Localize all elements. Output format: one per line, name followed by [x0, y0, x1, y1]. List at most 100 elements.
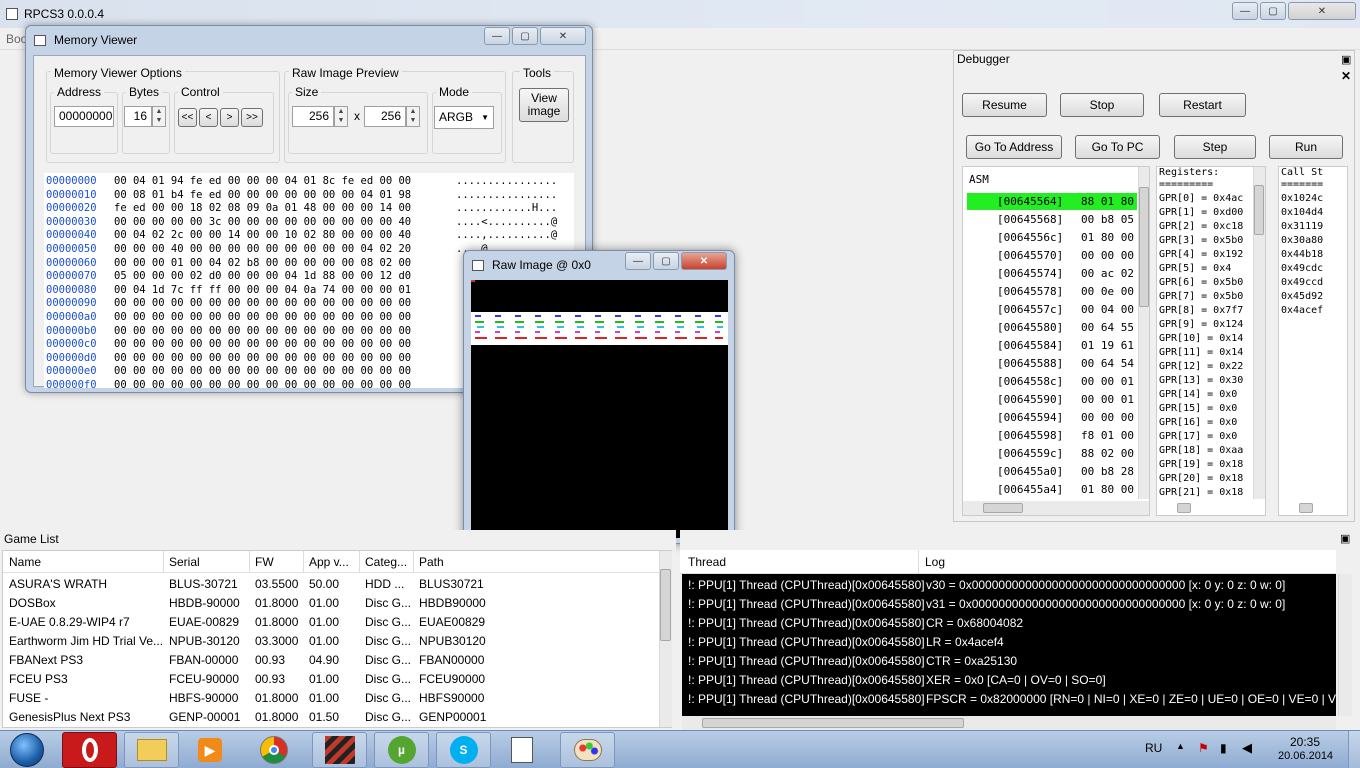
raw-close-button[interactable]: ✕ [681, 252, 727, 270]
log-vscroll[interactable] [1338, 574, 1352, 716]
asm-row[interactable]: [00645574] 00 ac 02 [967, 265, 1137, 282]
clock-date[interactable]: 20.06.2014 [1278, 750, 1333, 762]
log-message-column[interactable]: Log [925, 555, 945, 569]
game-row[interactable]: FBANext PS3 FBAN-00000 00.93 04.90 Disc G...… [3, 651, 657, 670]
volume-icon[interactable]: ◀ [1242, 740, 1252, 756]
mem-maximize-button[interactable]: ▢ [512, 27, 538, 45]
asm-row[interactable]: [00645590] 00 00 01 [967, 391, 1137, 408]
game-column-header[interactable]: Name [9, 555, 41, 569]
asm-row[interactable]: [00645564] 88 01 80 [967, 193, 1137, 210]
chrome-icon[interactable] [250, 732, 298, 768]
asm-row[interactable]: [00645578] 00 0e 00 [967, 283, 1137, 300]
mem-close-button[interactable]: ✕ [540, 27, 586, 45]
bytes-spin-arrows[interactable]: ▲ ▼ [152, 106, 166, 127]
flag-icon[interactable]: ⚑ [1198, 741, 1209, 755]
registers-hscroll-thumb[interactable] [1177, 503, 1191, 513]
minimize-button[interactable]: — [1232, 2, 1258, 20]
close-panel-icon[interactable]: ✕ [1341, 69, 1351, 83]
game-row[interactable]: DOSBox HBDB-90000 01.8000 01.00 Disc G... HBD… [3, 594, 657, 613]
show-desktop-button[interactable] [1348, 731, 1360, 768]
last-button[interactable]: >> [241, 108, 263, 127]
app-window-icon[interactable] [498, 732, 546, 768]
registers-vscroll-thumb[interactable] [1254, 185, 1264, 235]
explorer-icon[interactable] [124, 732, 179, 768]
asm-row[interactable]: [0064558c] 00 00 01 [967, 373, 1137, 390]
game-row[interactable]: FCEU PS3 FCEU-90000 00.93 01.00 Disc G... FCE… [3, 670, 657, 689]
width-spin-arrows[interactable]: ▲ ▼ [334, 106, 348, 127]
asm-row[interactable]: [0064557c] 00 04 00 [967, 301, 1137, 318]
skype-icon[interactable]: S [436, 732, 491, 768]
asm-row[interactable]: [0064559c] 88 02 00 [967, 445, 1137, 462]
mode-select[interactable]: ARGB ▼ [434, 106, 494, 129]
paint-icon[interactable] [560, 732, 615, 768]
log-float-icon[interactable]: ▣ [1340, 532, 1350, 545]
asm-vscroll-thumb[interactable] [1139, 187, 1149, 307]
run-button[interactable]: Run [1269, 135, 1343, 159]
media-player-icon[interactable]: ▶ [186, 732, 234, 768]
tray-expand-icon[interactable]: ▲ [1176, 741, 1185, 751]
prev-button[interactable]: < [199, 108, 218, 127]
go-to-address-button[interactable]: Go To Address [966, 135, 1062, 159]
asm-row[interactable]: [00645580] 00 64 55 [967, 319, 1137, 336]
log-row[interactable]: !: PPU[1] Thread (CPUThread)[0x00645580]… [682, 595, 1336, 614]
log-row[interactable]: !: PPU[1] Thread (CPUThread)[0x00645580]… [682, 652, 1336, 671]
raw-minimize-button[interactable]: — [625, 252, 651, 270]
restart-button[interactable]: Restart [1159, 93, 1246, 117]
view-image-button[interactable]: View image [519, 88, 569, 122]
game-column-header[interactable]: Path [419, 555, 444, 569]
step-button[interactable]: Step [1174, 135, 1256, 159]
clock-time[interactable]: 20:35 [1290, 735, 1320, 749]
asm-list[interactable]: ASM [00645564] 88 01 80 [00645568] 00 b8 05… [962, 166, 1150, 516]
maximize-button[interactable]: ▢ [1260, 2, 1286, 20]
game-column-header[interactable]: Categ... [365, 555, 407, 569]
asm-row[interactable]: [00645588] 00 64 54 [967, 355, 1137, 372]
raw-maximize-button[interactable]: ▢ [653, 252, 679, 270]
asm-row[interactable]: [00645584] 01 19 61 [967, 337, 1137, 354]
log-row[interactable]: !: PPU[1] Thread (CPUThread)[0x00645580]… [682, 671, 1336, 690]
asm-row[interactable]: [006455a4] 01 80 00 [967, 481, 1137, 498]
asm-row[interactable]: [00645594] 00 00 00 [967, 409, 1137, 426]
log-row[interactable]: !: PPU[1] Thread (CPUThread)[0x00645580]… [682, 633, 1336, 652]
game-row[interactable]: FUSE - HBFS-90000 01.8000 01.00 Disc G... HBF… [3, 689, 657, 708]
network-icon[interactable]: ▮ [1220, 741, 1227, 755]
start-button[interactable] [10, 733, 44, 767]
height-input[interactable]: 256 [364, 106, 406, 127]
game-cell: Disc G... [365, 691, 412, 705]
first-button[interactable]: << [178, 108, 197, 127]
game-column-header[interactable]: FW [255, 555, 274, 569]
stop-button[interactable]: Stop [1060, 93, 1144, 117]
game-row[interactable]: Earthworm Jim HD Trial Ve... NPUB-30120 03… [3, 632, 657, 651]
float-icon[interactable]: ▣ [1341, 53, 1351, 66]
mem-minimize-button[interactable]: — [484, 27, 510, 45]
game-list-vscroll-thumb[interactable] [660, 569, 671, 641]
resume-button[interactable]: Resume [962, 93, 1047, 117]
close-button[interactable]: ✕ [1288, 2, 1356, 20]
log-thread-column[interactable]: Thread [688, 555, 726, 569]
language-indicator[interactable]: RU [1145, 741, 1162, 755]
bytes-input[interactable]: 16 [124, 106, 152, 127]
log-row[interactable]: !: PPU[1] Thread (CPUThread)[0x00645580]… [682, 690, 1336, 709]
asm-row[interactable]: [006455a0] 00 b8 28 [967, 463, 1137, 480]
game-row[interactable]: ASURA'S WRATH BLUS-30721 03.5500 50.00 HDD .… [3, 575, 657, 594]
asm-row[interactable]: [00645568] 00 b8 05 [967, 211, 1137, 228]
opera-icon[interactable] [62, 732, 117, 768]
asm-row[interactable]: [0064556c] 01 80 00 [967, 229, 1137, 246]
utorrent-icon[interactable]: µ [374, 732, 429, 768]
game-row[interactable]: GenesisPlus Next PS3 GENP-00001 01.8000 01.… [3, 708, 657, 727]
game-column-header[interactable]: Serial [169, 555, 200, 569]
rpcs3-icon[interactable] [312, 732, 367, 768]
next-button[interactable]: > [220, 108, 239, 127]
game-row[interactable]: E-UAE 0.8.29-WIP4 r7 EUAE-00829 01.8000 01.… [3, 613, 657, 632]
asm-row[interactable]: [00645570] 00 00 00 [967, 247, 1137, 264]
asm-row[interactable]: [00645598] f8 01 00 [967, 427, 1137, 444]
go-to-pc-button[interactable]: Go To PC [1075, 135, 1160, 159]
callstack-hscroll-thumb[interactable] [1299, 503, 1313, 513]
address-input[interactable]: 00000000 [54, 106, 114, 127]
width-input[interactable]: 256 [292, 106, 334, 127]
log-row[interactable]: !: PPU[1] Thread (CPUThread)[0x00645580]… [682, 576, 1336, 595]
asm-hscroll-thumb[interactable] [983, 503, 1023, 513]
game-column-header[interactable]: App v... [309, 555, 349, 569]
log-hscroll-thumb[interactable] [702, 718, 964, 728]
log-row[interactable]: !: PPU[1] Thread (CPUThread)[0x00645580]… [682, 614, 1336, 633]
height-spin-arrows[interactable]: ▲ ▼ [406, 106, 420, 127]
